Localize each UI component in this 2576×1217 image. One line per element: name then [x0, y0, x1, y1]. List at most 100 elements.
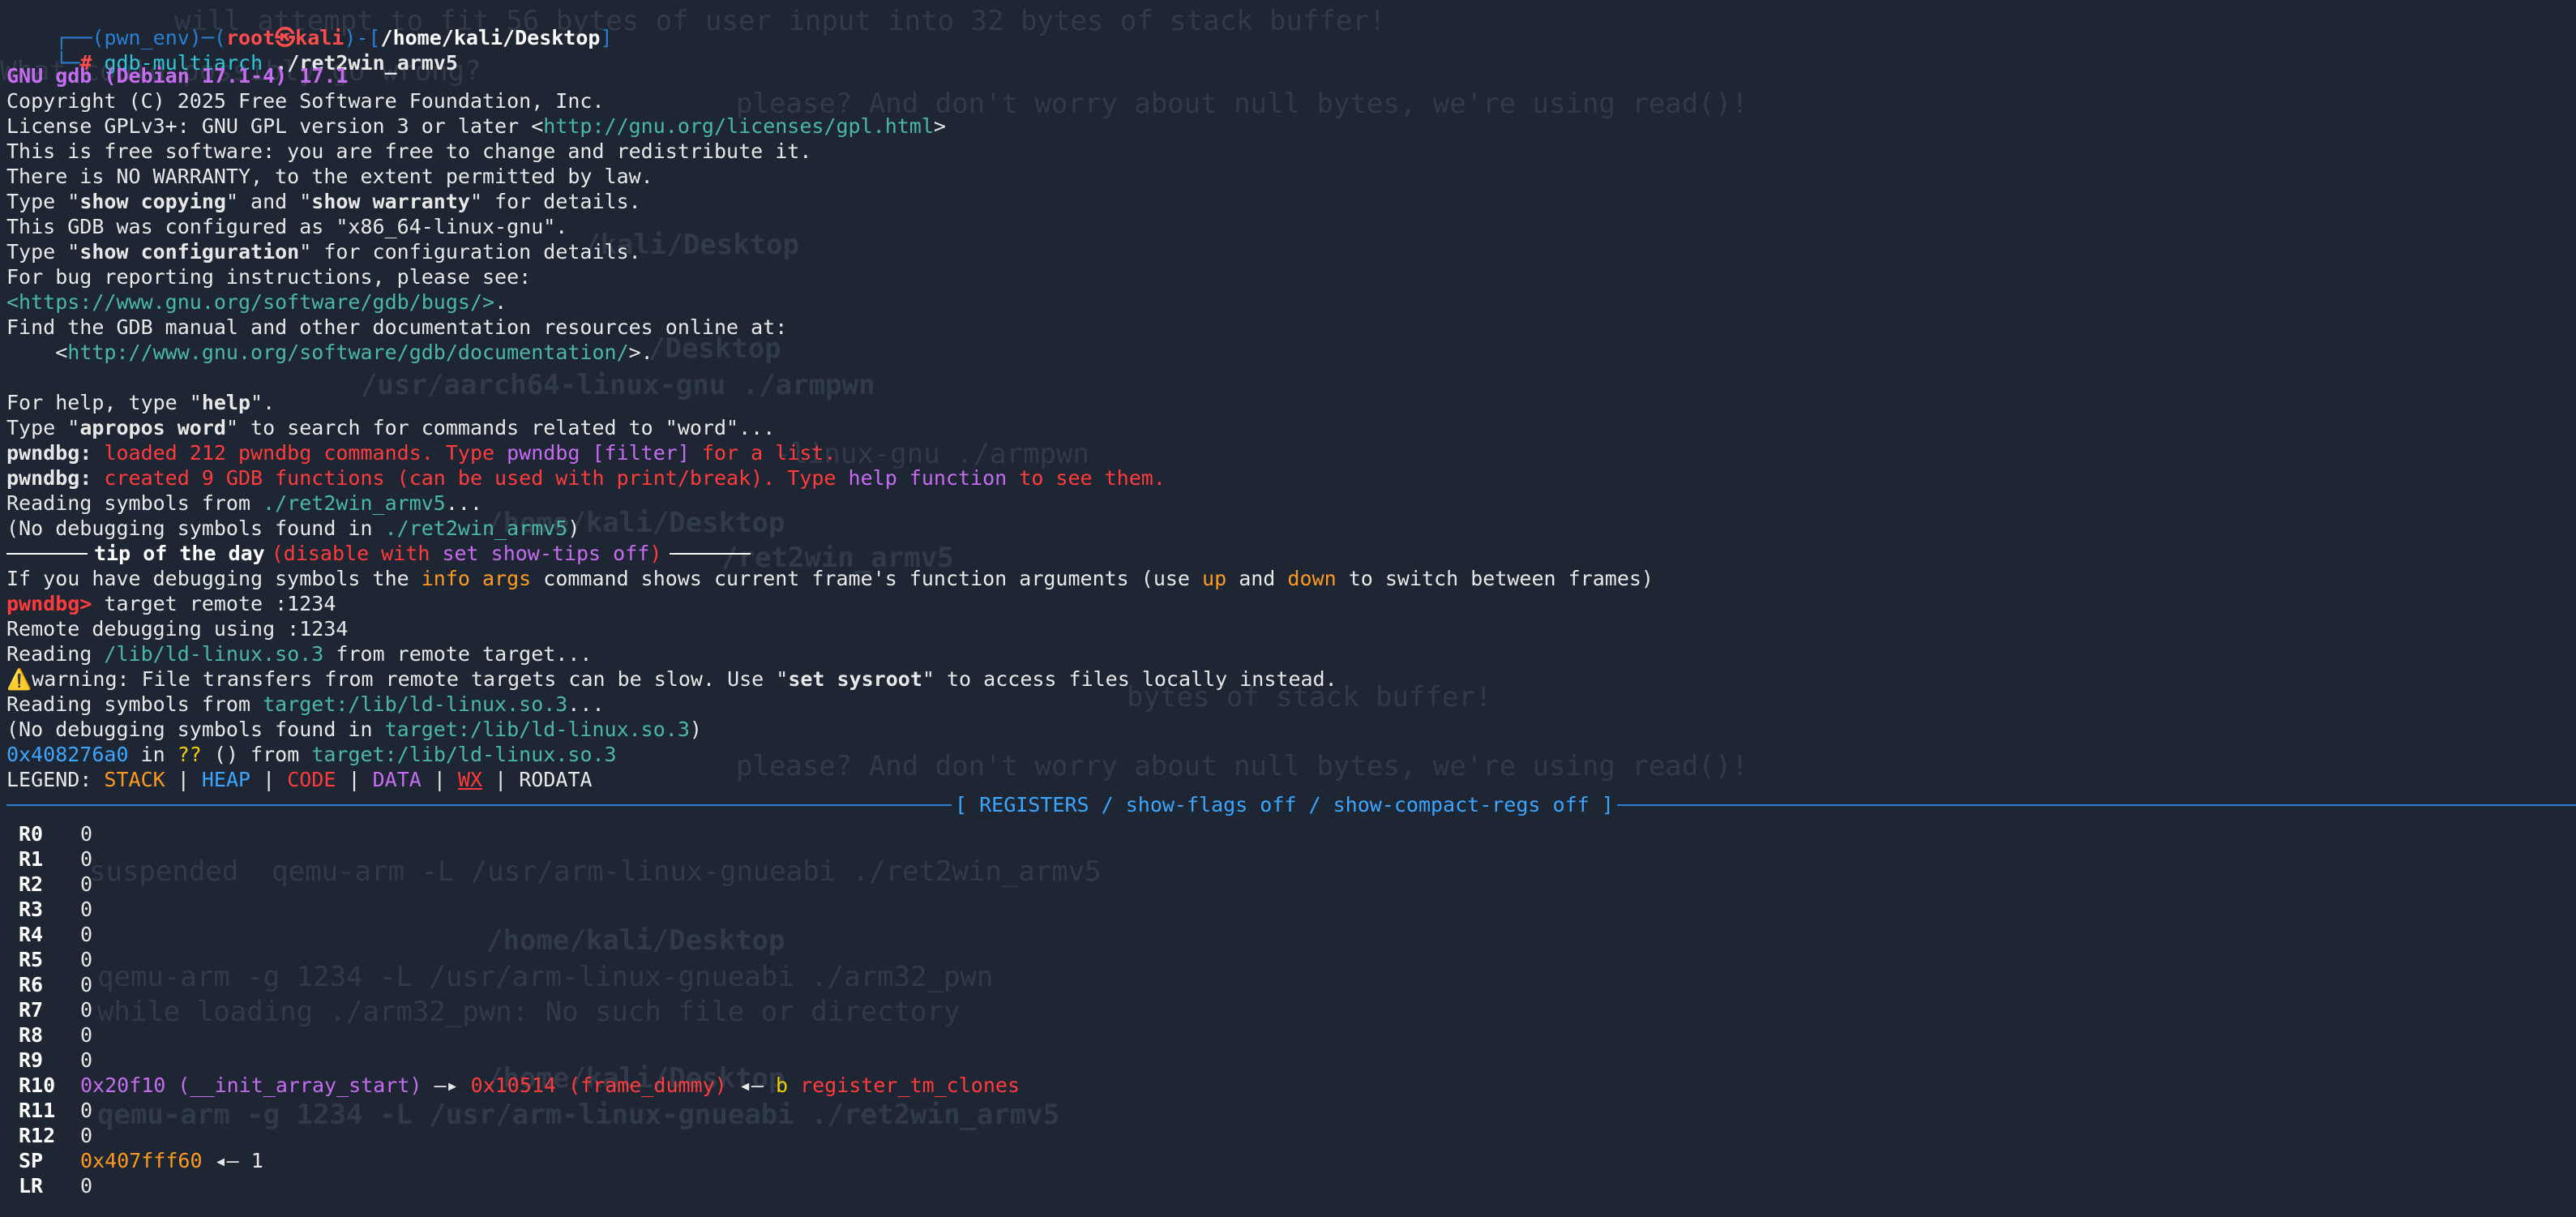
- text: () from: [201, 743, 312, 766]
- register-value: 0x407fff60: [80, 1149, 203, 1172]
- doc-url-link[interactable]: http://www.gnu.org/software/gdb/document…: [67, 341, 628, 364]
- terminal-output[interactable]: ┌──(pwn_env)─(root㉿kali)-[/home/kali/Des…: [6, 0, 2576, 1198]
- unknown-function: ??: [177, 743, 202, 766]
- up-cmd: up: [1202, 567, 1227, 590]
- register-row: LR 0: [6, 1173, 2576, 1198]
- text: " and ": [225, 190, 312, 213]
- register-row: R6 0: [6, 972, 2576, 997]
- tip-rule: [6, 552, 88, 555]
- text: in: [128, 743, 178, 766]
- prompt-env: pwn_env: [104, 26, 190, 49]
- text: Type ": [6, 190, 80, 213]
- register-row: R12 0: [6, 1123, 2576, 1148]
- text: (disable with: [271, 542, 443, 565]
- text: Type ": [6, 416, 80, 439]
- register-row: R11 0: [6, 1098, 2576, 1123]
- tip-disable-cmd: set show-tips off: [442, 542, 650, 565]
- register-name: R9: [19, 1048, 44, 1072]
- text: Reading symbols from: [6, 491, 263, 515]
- text: Type ": [6, 240, 80, 264]
- text: ...: [567, 692, 605, 716]
- register-value: 0: [80, 898, 93, 921]
- register-row: R4 0: [6, 922, 2576, 947]
- library-path: target:/lib/ld-linux.so.3: [263, 692, 568, 716]
- instruction: b: [775, 1073, 789, 1097]
- text: to see them.: [1007, 466, 1166, 490]
- bug-url-link[interactable]: <https://www.gnu.org/software/gdb/bugs/>: [6, 290, 494, 314]
- prompt-path: /home/kali/Desktop: [380, 26, 601, 49]
- entered-command: target remote :1234: [92, 592, 336, 615]
- warning-icon: ⚠️: [6, 667, 32, 691]
- registers-section-header: [ REGISTERS / show-flags off / show-comp…: [6, 792, 2576, 817]
- legend-wx: WX: [457, 768, 483, 791]
- shell-prompt-line: ┌──(pwn_env)─(root㉿kali)-[/home/kali/Des…: [6, 0, 2576, 49]
- register-value: 0: [80, 1099, 93, 1122]
- text: " for details.: [469, 190, 641, 213]
- register-value: 0: [80, 948, 93, 971]
- prompt-frame: )─(: [189, 26, 226, 49]
- text: Reading: [6, 642, 105, 666]
- legend-code: CODE: [287, 768, 336, 791]
- register-row: R8 0: [6, 1022, 2576, 1048]
- registers-panel: R0 0 R1 0 R2 0 R3 0 R4 0 R5 0 R6 0 R7 0 R8 0 R9 0 …: [6, 821, 2576, 1198]
- register-pointed-value: 1: [250, 1149, 263, 1172]
- pwndbg-loaded-line: pwndbg: loaded 212 pwndbg commands. Type…: [6, 440, 2576, 465]
- prompt-frame: ┌──(: [55, 26, 105, 49]
- pwndbg-command-line: pwndbg> target remote :1234: [6, 591, 2576, 616]
- pwndbg-created-line: pwndbg: created 9 GDB functions (can be …: [6, 465, 2576, 491]
- register-value: 0: [80, 973, 93, 996]
- register-value: 0: [80, 923, 93, 946]
- text: Reading symbols from: [6, 692, 263, 716]
- legend-sep: |: [336, 768, 373, 791]
- license-link[interactable]: http://gnu.org/licenses/gpl.html: [543, 114, 934, 138]
- register-value: 0: [80, 998, 93, 1022]
- legend-label: LEGEND:: [6, 768, 105, 791]
- register-name: SP: [19, 1149, 44, 1172]
- free-software-line: This is free software: you are free to c…: [6, 139, 812, 163]
- register-row: R5 0: [6, 947, 2576, 972]
- legend-sep: |: [482, 768, 520, 791]
- tip-text-line: If you have debugging symbols the info a…: [6, 566, 2576, 591]
- register-name: R7: [19, 998, 44, 1022]
- text: ): [649, 542, 662, 565]
- register-row: R0 0: [6, 821, 2576, 846]
- legend-sep: |: [421, 768, 458, 791]
- tip-of-the-day-header: tip of the day (disable with set show-tip…: [6, 541, 2576, 566]
- bug-reporting-line: For bug reporting instructions, please s…: [6, 265, 532, 289]
- text: loaded 212 pwndbg commands. Type: [92, 441, 507, 465]
- register-value: 0: [80, 847, 93, 871]
- stop-address: 0x408276a0: [6, 743, 129, 766]
- register-value: 0x20f10 (__init_array_start): [80, 1073, 422, 1097]
- text: " to access files locally instead.: [922, 667, 1337, 691]
- show-configuration-line: Type "show configuration" for configurat…: [6, 239, 2576, 264]
- header-rule: [1616, 803, 2576, 806]
- text: (No debugging symbols found in: [6, 516, 385, 540]
- register-row: SP 0x407fff60 ◂— 1: [6, 1148, 2576, 1173]
- text: ): [567, 516, 580, 540]
- reading-symbols-line: Reading symbols from ./ret2win_armv5...: [6, 491, 2576, 516]
- text: ".: [250, 391, 276, 414]
- register-name: R11: [19, 1099, 56, 1122]
- legend-stack: STACK: [104, 768, 165, 791]
- legend-rodata: RODATA: [519, 768, 593, 791]
- library-path: target:/lib/ld-linux.so.3: [311, 743, 617, 766]
- show-warranty-cmd: show warranty: [311, 190, 470, 213]
- prompt-frame: )-[: [344, 26, 381, 49]
- register-value: 0: [80, 822, 93, 846]
- register-name: R2: [19, 872, 44, 896]
- text: ...: [445, 491, 483, 515]
- binary-path: ./ret2win_armv5: [384, 516, 568, 540]
- pointer-arrow: ◂—: [202, 1149, 251, 1172]
- register-value: 0: [80, 872, 93, 896]
- register-name: R12: [19, 1124, 56, 1147]
- apropos-cmd: apropos word: [79, 416, 226, 439]
- register-row: R9 0: [6, 1048, 2576, 1073]
- library-path: target:/lib/ld-linux.so.3: [384, 718, 690, 741]
- register-name: R5: [19, 948, 44, 971]
- legend-sep: |: [165, 768, 202, 791]
- no-debug-remote-line: (No debugging symbols found in target:/l…: [6, 717, 2576, 742]
- text: " to search for commands related to "wor…: [225, 416, 776, 439]
- manual-line: Find the GDB manual and other documentat…: [6, 315, 788, 339]
- license-line: License GPLv3+: GNU GPL version 3 or lat…: [6, 114, 2576, 139]
